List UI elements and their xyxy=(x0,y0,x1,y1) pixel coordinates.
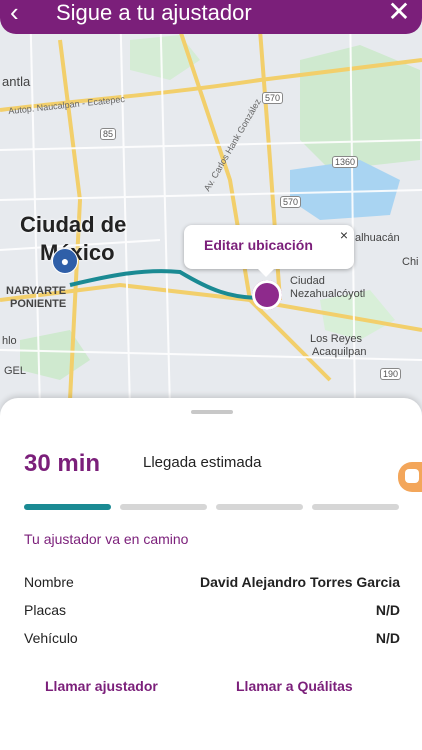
eta-label: Llegada estimada xyxy=(143,454,262,471)
map-label-nezahualcoyotl-line2: Nezahualcóyotl xyxy=(290,288,366,300)
detail-label: Placas xyxy=(24,602,67,618)
adjuster-location-pin[interactable]: ● xyxy=(52,248,78,278)
detail-row-name: Nombre David Alejandro Torres Garcia xyxy=(24,574,400,594)
detail-row-plates: Placas N/D xyxy=(24,602,400,622)
map-label-hlo: hlo xyxy=(2,335,17,347)
highway-shield: 570 xyxy=(262,92,284,104)
map-view[interactable]: Ciudad de México NARVARTE PONIENTE antla… xyxy=(0,0,422,410)
map-label-nezahualcoyotl: Ciudad xyxy=(290,275,325,287)
progress-segment xyxy=(216,504,303,510)
top-bar: ‹ Sigue a tu ajustador ✕ xyxy=(0,0,422,34)
detail-label: Vehículo xyxy=(24,630,78,646)
progress-segment xyxy=(24,504,111,510)
map-label-narvarte: NARVARTE xyxy=(6,285,67,297)
close-icon[interactable]: × xyxy=(340,227,348,243)
edit-location-link[interactable]: Editar ubicación xyxy=(204,237,313,253)
close-icon[interactable]: ✕ xyxy=(386,0,412,28)
chevron-left-icon[interactable]: ‹ xyxy=(10,0,40,28)
map-label-narvarte-line2: PONIENTE xyxy=(10,298,67,310)
status-text: Tu ajustador va en camino xyxy=(24,531,189,547)
progress-segment xyxy=(312,504,399,510)
adjuster-bottom-sheet: 30 min Llegada estimada Tu ajustador va … xyxy=(0,398,422,750)
eta-time: 30 min xyxy=(24,450,101,477)
destination-pin[interactable] xyxy=(252,280,282,310)
progress-segment xyxy=(120,504,207,510)
detail-row-vehicle: Vehículo N/D xyxy=(24,630,400,650)
call-qualitas-button[interactable]: Llamar a Quálitas xyxy=(236,678,353,694)
action-bar: Llamar ajustador Llamar a Quálitas xyxy=(0,678,422,702)
edit-location-tooltip[interactable]: Editar ubicación × xyxy=(184,225,354,277)
map-label-chi: Chi xyxy=(402,256,419,268)
car-icon: ● xyxy=(52,248,78,274)
map-label-tlalnepantla: antla xyxy=(2,74,31,89)
map-label-gel: GEL xyxy=(4,365,27,377)
page-title: Sigue a tu ajustador xyxy=(56,0,252,25)
chat-button[interactable] xyxy=(398,462,422,492)
detail-label: Nombre xyxy=(24,574,74,590)
chat-icon xyxy=(405,469,419,483)
highway-shield: 85 xyxy=(100,128,117,140)
highway-shield: 1360 xyxy=(332,156,359,168)
call-adjuster-button[interactable]: Llamar ajustador xyxy=(45,678,158,694)
highway-shield: 570 xyxy=(280,196,302,208)
highway-shield: 190 xyxy=(380,368,402,380)
map-label-city: Ciudad de xyxy=(20,212,127,237)
detail-value: N/D xyxy=(375,602,400,618)
map-label-los-reyes: Los Reyes xyxy=(310,333,362,345)
detail-value: N/D xyxy=(375,630,400,646)
progress-tracker xyxy=(24,504,400,510)
detail-value: David Alejandro Torres Garcia xyxy=(200,574,400,590)
sheet-drag-handle[interactable] xyxy=(191,410,233,414)
map-label-chalhuacan: alhuacán xyxy=(355,232,400,244)
map-label-acaquilpan: Acaquilpan xyxy=(312,346,367,358)
